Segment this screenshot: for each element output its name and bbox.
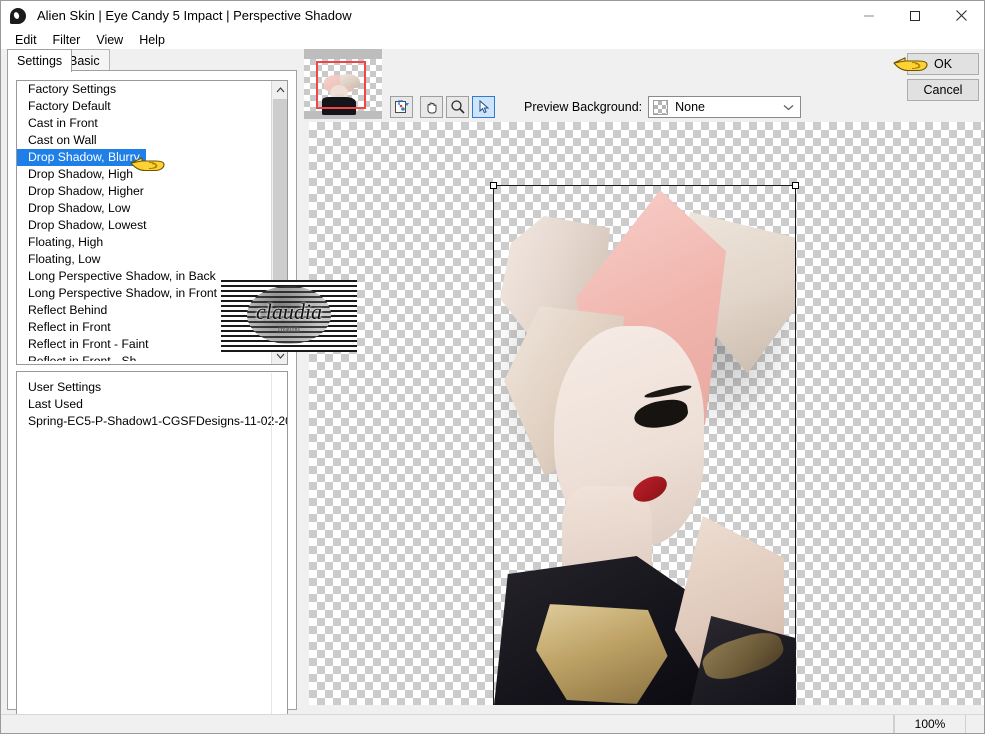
cancel-button[interactable]: Cancel — [907, 79, 979, 101]
left-panel: Settings Basic Factory Settings Factory … — [1, 49, 304, 731]
preview-background-swatch-icon — [653, 99, 669, 115]
preview-background-select[interactable]: None — [648, 96, 802, 118]
menu-filter[interactable]: Filter — [45, 32, 89, 48]
close-button[interactable] — [938, 1, 984, 30]
list-item[interactable]: Floating, Low — [17, 251, 272, 268]
application-window: Alien Skin | Eye Candy 5 Impact | Perspe… — [0, 0, 985, 734]
minimize-button[interactable] — [846, 1, 892, 30]
scrollbar-thumb[interactable] — [273, 99, 287, 299]
preview-canvas[interactable] — [309, 122, 984, 705]
list-item-selected-label: Drop Shadow, Blurry — [17, 149, 146, 166]
status-message-area — [1, 714, 894, 733]
tab-settings[interactable]: Settings — [7, 49, 73, 72]
list-item-clipped[interactable]: Reflect in Front - Sh... — [17, 353, 272, 361]
selection-bounding-box[interactable] — [490, 182, 799, 705]
watermark-text: claudia — [256, 299, 322, 324]
navigator-thumbnail[interactable] — [304, 49, 382, 119]
chevron-down-icon[interactable] — [783, 97, 794, 117]
menu-edit[interactable]: Edit — [7, 32, 45, 48]
user-settings-list[interactable]: User Settings Last Used Spring-EC5-P-Sha… — [16, 371, 288, 731]
dialog-buttons: OK Cancel — [907, 53, 979, 105]
zoom-level-indicator: 100% — [894, 714, 966, 733]
menu-view[interactable]: View — [88, 32, 131, 48]
list-item-selected[interactable]: Drop Shadow, Blurry — [17, 149, 272, 166]
watermark-subtext: creations — [278, 327, 300, 333]
tab-strip: Settings Basic — [7, 49, 297, 72]
navigator-viewport-rect[interactable] — [316, 61, 366, 109]
resize-grip-icon[interactable] — [966, 715, 984, 734]
list-item[interactable]: Floating, High — [17, 234, 272, 251]
list-item[interactable]: Drop Shadow, Higher — [17, 183, 272, 200]
user-settings-divider — [271, 373, 272, 730]
menu-help[interactable]: Help — [131, 32, 173, 48]
list-item[interactable]: Last Used — [17, 396, 287, 413]
right-panel: Preview Background: None OK Cancel — [304, 49, 984, 716]
settings-tab-panel: Factory Settings Factory Default Cast in… — [7, 70, 297, 731]
list-group-header-factory: Factory Settings — [28, 82, 117, 96]
window-controls — [846, 1, 984, 30]
list-item[interactable]: Cast in Front — [17, 115, 272, 132]
maximize-button[interactable] — [892, 1, 938, 30]
hand-pan-icon[interactable] — [420, 96, 443, 118]
preview-background-value: None — [675, 100, 706, 114]
list-item[interactable]: Drop Shadow, Low — [17, 200, 272, 217]
selection-handle-top-left[interactable] — [490, 182, 497, 189]
list-item[interactable]: Spring-EC5-P-Shadow1-CGSFDesigns-11-02-2… — [17, 413, 287, 430]
list-item[interactable]: Drop Shadow, Lowest — [17, 217, 272, 234]
list-item[interactable]: Cast on Wall — [17, 132, 272, 149]
selection-handle-top-right[interactable] — [792, 182, 799, 189]
menu-bar: Edit Filter View Help — [1, 30, 984, 49]
title-bar: Alien Skin | Eye Candy 5 Impact | Perspe… — [1, 1, 984, 30]
list-item[interactable]: Factory Default — [17, 98, 272, 115]
scroll-up-arrow-icon[interactable] — [272, 81, 287, 98]
window-title: Alien Skin | Eye Candy 5 Impact | Perspe… — [37, 8, 352, 23]
ok-button[interactable]: OK — [907, 53, 979, 75]
preview-background-label: Preview Background: — [524, 100, 643, 114]
status-bar: 100% — [1, 714, 984, 733]
list-item[interactable]: Drop Shadow, High — [17, 166, 272, 183]
alien-skin-logo-icon — [7, 5, 29, 27]
arrow-select-icon[interactable] — [472, 96, 495, 118]
magnifier-zoom-icon[interactable] — [446, 96, 469, 118]
claudia-watermark: claudia creations — [221, 280, 357, 352]
preview-swap-icon[interactable] — [390, 96, 413, 118]
preview-toolbar: Preview Background: None — [390, 95, 802, 119]
list-group-header-user: User Settings — [28, 380, 102, 394]
